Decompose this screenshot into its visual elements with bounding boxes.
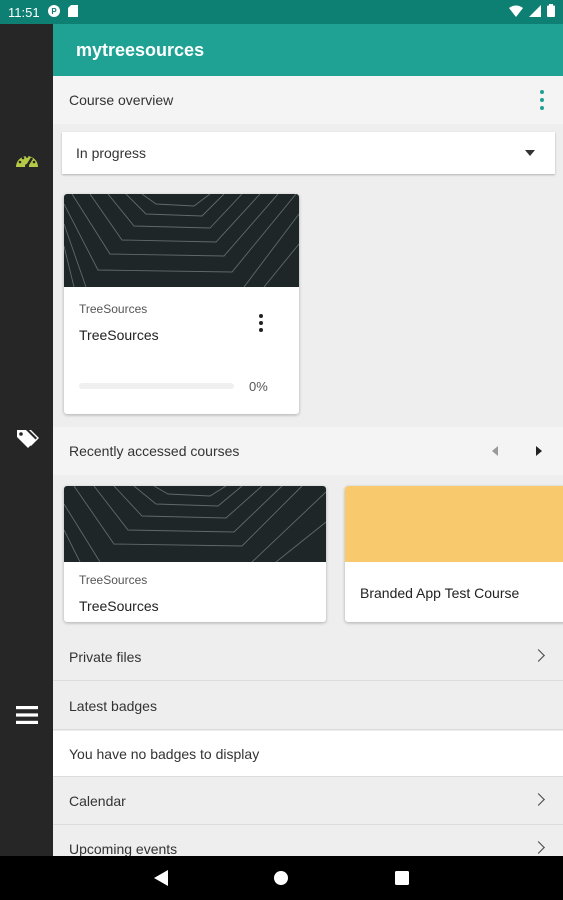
recent-course-image xyxy=(64,486,326,562)
chevron-right-icon xyxy=(532,793,545,806)
tags-icon[interactable] xyxy=(0,428,53,448)
recents-icon[interactable] xyxy=(395,871,409,890)
status-bar: 11:51 P xyxy=(0,0,563,24)
chevron-right-icon xyxy=(532,841,545,854)
recent-course-name-branded[interactable]: Branded App Test Course xyxy=(360,585,519,601)
course-overview-header: Course overview xyxy=(53,76,563,124)
recent-course-card-branded[interactable]: Branded App Test Course xyxy=(345,486,563,622)
latest-badges-header: Latest badges xyxy=(53,682,563,730)
menu-icon[interactable] xyxy=(0,706,53,724)
course-overview-title: Course overview xyxy=(69,92,174,108)
app-bar: mytreesources xyxy=(53,24,563,76)
chevron-right-icon xyxy=(532,649,545,662)
course-options-icon[interactable] xyxy=(258,314,264,332)
course-filter-value: In progress xyxy=(76,145,147,161)
course-category: TreeSources xyxy=(79,302,148,316)
recent-course-card[interactable]: TreeSources TreeSources xyxy=(64,486,326,622)
private-files-row[interactable]: Private files xyxy=(53,633,563,681)
svg-text:P: P xyxy=(51,7,57,16)
latest-badges-label: Latest badges xyxy=(69,697,157,714)
previous-arrow-icon[interactable] xyxy=(492,446,498,456)
dropdown-caret-icon xyxy=(525,150,535,156)
course-progress-label: 0% xyxy=(249,379,268,394)
no-badges-label: You have no badges to display xyxy=(69,745,260,762)
dashboard-icon[interactable] xyxy=(0,150,53,168)
battery-icon xyxy=(547,4,555,20)
status-time: 11:51 xyxy=(8,4,40,20)
course-overview-menu-icon[interactable] xyxy=(539,90,545,110)
app-title: mytreesources xyxy=(76,39,205,60)
course-filter-select[interactable]: In progress xyxy=(62,132,555,174)
next-arrow-icon[interactable] xyxy=(536,446,542,456)
recent-course-image-branded xyxy=(345,486,563,562)
app-notification-icon: P xyxy=(47,4,60,20)
recent-course-name[interactable]: TreeSources xyxy=(79,598,159,614)
no-badges-message: You have no badges to display xyxy=(53,731,563,777)
calendar-row[interactable]: Calendar xyxy=(53,777,563,825)
course-progress-bar xyxy=(79,383,234,389)
side-rail xyxy=(0,24,53,856)
private-files-label: Private files xyxy=(69,648,142,665)
recent-course-category: TreeSources xyxy=(79,573,148,587)
wifi-icon xyxy=(509,5,523,20)
system-navigation-bar xyxy=(0,856,563,900)
home-icon[interactable] xyxy=(274,871,288,890)
recent-courses-header: Recently accessed courses xyxy=(53,427,563,475)
course-card[interactable]: TreeSources TreeSources 0% xyxy=(64,194,299,414)
calendar-label: Calendar xyxy=(69,792,126,809)
recent-courses-title: Recently accessed courses xyxy=(69,443,240,459)
back-icon[interactable] xyxy=(154,870,168,891)
upcoming-events-label: Upcoming events xyxy=(69,840,178,857)
dashboard-content: Course overview In progress TreeSources … xyxy=(53,76,563,856)
course-name[interactable]: TreeSources xyxy=(79,327,159,343)
signal-icon xyxy=(529,4,541,20)
course-card-image xyxy=(64,194,299,287)
upcoming-events-row[interactable]: Upcoming events xyxy=(53,825,563,856)
sd-card-icon xyxy=(67,4,78,20)
